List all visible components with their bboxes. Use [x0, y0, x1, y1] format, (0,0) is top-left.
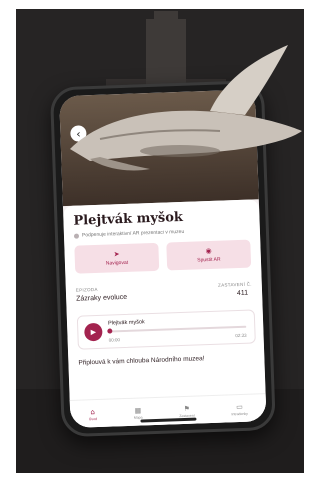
stops-icon: ⚑	[183, 404, 191, 413]
start-ar-label: Spustit AR	[197, 256, 221, 264]
promo-stage: ‹ Plejtvák myšok Podpenuje interaktivní …	[16, 9, 304, 473]
episode-label: EPIZODA	[75, 286, 98, 293]
progress-knob[interactable]	[107, 328, 113, 334]
navigate-label: Navigovat	[105, 259, 129, 267]
audio-player: ▶ Plejtvák myšok 00:00 02:33	[76, 309, 256, 350]
bottom-nav: ⌂ Úvod ▦ Mapa ⚑ Zastavení ▭ Intradenky	[69, 393, 267, 428]
total-time: 02:33	[235, 332, 247, 339]
content-card: Plejtvák myšok Podpenuje interaktivní AR…	[62, 199, 267, 428]
episode-value: Zázraky evoluce	[76, 293, 128, 303]
whale-skeleton-image	[70, 45, 302, 171]
nav-item-home[interactable]: ⌂ Úvod	[88, 408, 97, 421]
subtitle: Podpenuje interaktivní AR prezentaci v m…	[73, 228, 185, 239]
page-title: Plejtvák myšok	[73, 209, 184, 229]
tickets-icon: ▭	[235, 402, 243, 411]
map-icon: ▦	[134, 405, 142, 415]
play-button[interactable]: ▶	[84, 322, 103, 342]
nav-item-map[interactable]: ▦ Mapa	[133, 405, 143, 419]
navigate-button[interactable]: ➤ Navigovat	[74, 242, 160, 274]
nav-label-tickets: Intradenky	[231, 411, 248, 416]
subtitle-text: Podpenuje interaktivní AR prezentaci v m…	[81, 228, 185, 239]
stop-label: ZASTAVENÍ Č.	[218, 281, 252, 288]
description-text: Připlouvá k vám chlouba Národního muzea!	[78, 355, 205, 367]
ar-icon: ◉	[205, 246, 212, 256]
stop-value: 411	[236, 289, 249, 298]
nav-item-stops[interactable]: ⚑ Zastavení	[179, 404, 195, 417]
progress-track[interactable]	[108, 325, 247, 333]
home-icon: ⌂	[90, 407, 95, 416]
nav-label-home: Úvod	[88, 416, 98, 421]
player-title: Plejtvák myšok	[107, 319, 145, 327]
info-icon	[73, 233, 80, 239]
nav-item-tickets[interactable]: ▭ Intradenky	[231, 402, 248, 416]
elapsed-time: 00:00	[108, 337, 120, 343]
start-ar-button[interactable]: ◉ Spustit AR	[166, 239, 252, 271]
play-icon: ▶	[90, 328, 97, 337]
navigate-icon: ➤	[113, 250, 120, 259]
